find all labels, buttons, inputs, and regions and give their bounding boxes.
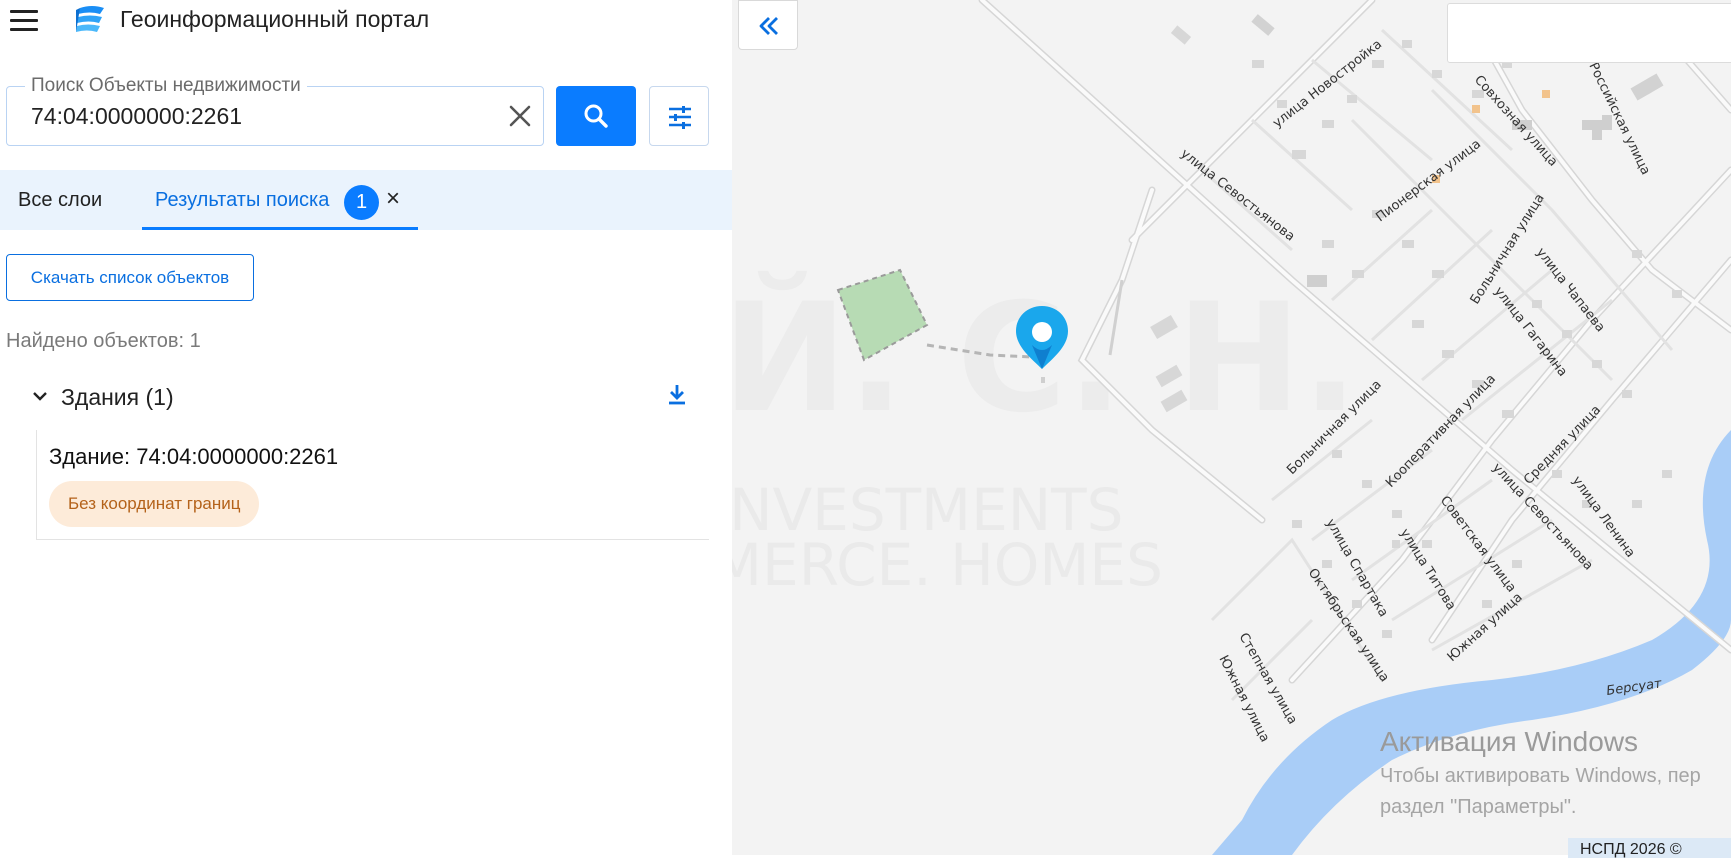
download-list-button[interactable]: Скачать список объектов <box>6 254 254 301</box>
search-input[interactable]: 74:04:0000000:2261 <box>31 103 242 130</box>
street-label: Кооперативная улица <box>1383 372 1499 491</box>
map-attribution[interactable]: НСПД 2026 © <box>1568 838 1731 858</box>
group-buildings-header[interactable]: Здания (1) <box>28 380 698 416</box>
sliders-icon <box>669 106 691 129</box>
watermark-line-2: MERCE. HOMES <box>732 531 1163 599</box>
download-icon[interactable] <box>664 382 690 408</box>
search-icon <box>584 104 608 128</box>
tab-all-layers[interactable]: Все слои <box>18 170 102 230</box>
clear-icon[interactable] <box>505 101 535 131</box>
windows-activation-line2: раздел "Параметры". <box>1380 796 1577 818</box>
search-button[interactable] <box>556 86 636 146</box>
collapse-panel-button[interactable] <box>738 0 798 50</box>
close-results-tab-icon[interactable]: × <box>386 170 406 230</box>
found-count: Найдено объектов: 1 <box>6 330 201 352</box>
street-label: Средняя улица <box>1521 403 1604 488</box>
group-title: Здания (1) <box>61 384 174 410</box>
street-label: улица Титова <box>1397 526 1459 613</box>
street-label: Советская улица <box>1437 493 1519 595</box>
results-count-badge: 1 <box>344 185 379 220</box>
search-legend: Поиск Объекты недвижимости <box>25 75 307 97</box>
filter-button[interactable] <box>649 86 709 146</box>
sidebar-panel: Геоинформационный портал Поиск Объекты н… <box>0 0 732 855</box>
street-label: Совхозная улица <box>1471 73 1560 170</box>
tab-bar: Все слои Результаты поиска 1 × <box>0 170 732 230</box>
search-field[interactable]: Поиск Объекты недвижимости 74:04:0000000… <box>6 75 544 146</box>
street-label: Российская улица <box>1585 60 1652 177</box>
map-address-search[interactable] <box>1447 3 1731 63</box>
result-item[interactable]: Здание: 74:04:0000000:2261 Без координат… <box>36 430 709 540</box>
result-item-title[interactable]: Здание: 74:04:0000000:2261 <box>49 444 338 470</box>
tab-search-results-label: Результаты поиска <box>155 189 330 211</box>
double-chevron-left-icon <box>759 17 778 35</box>
portal-logo-icon <box>76 6 104 32</box>
street-label: улица Чапаева <box>1533 245 1608 335</box>
top-bar: Геоинформационный портал <box>0 0 732 42</box>
status-badge: Без координат границ <box>49 481 260 527</box>
windows-activation-title: Активация Windows <box>1380 726 1639 757</box>
app-title: Геоинформационный портал <box>120 6 430 32</box>
chevron-down-icon <box>33 392 47 401</box>
menu-icon[interactable] <box>10 10 38 32</box>
windows-activation-line1: Чтобы активировать Windows, пер <box>1380 765 1701 787</box>
